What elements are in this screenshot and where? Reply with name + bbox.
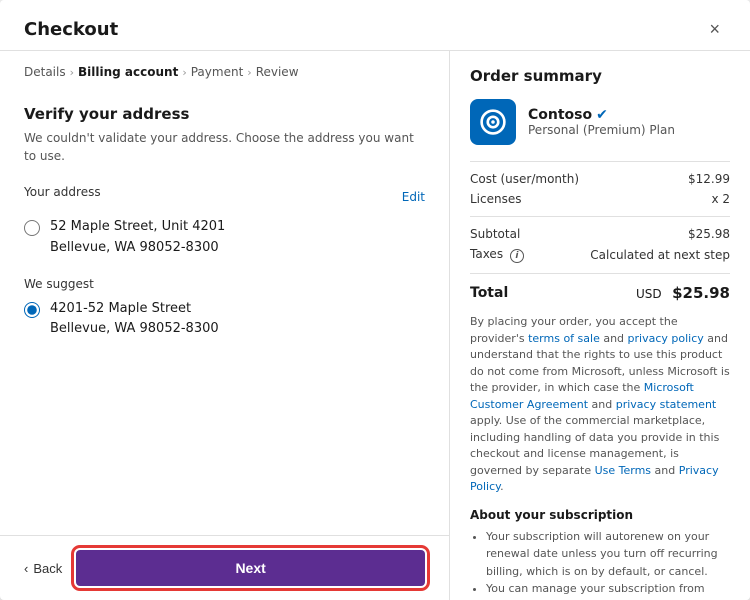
total-amount: $25.98	[672, 284, 730, 302]
cost-value: $12.99	[688, 172, 730, 186]
product-logo-icon	[479, 108, 507, 136]
left-content: Verify your address We couldn't validate…	[0, 89, 449, 535]
subscription-item-2: You can manage your subscription from Ma…	[486, 580, 730, 600]
subtotal-row: Subtotal $25.98	[470, 227, 730, 241]
section-desc: We couldn't validate your address. Choos…	[24, 129, 425, 165]
privacy-statement-link[interactable]: privacy statement	[616, 398, 717, 411]
terms-of-sale-link[interactable]: terms of sale	[528, 332, 600, 345]
breadcrumb-sep-3: ›	[247, 66, 251, 79]
subtotal-label: Subtotal	[470, 227, 520, 241]
section-title: Verify your address	[24, 105, 425, 123]
taxes-label: Taxes	[470, 247, 503, 261]
breadcrumb-sep-1: ›	[70, 66, 74, 79]
product-row: Contoso ✔ Personal (Premium) Plan	[470, 99, 730, 145]
your-address-text: 52 Maple Street, Unit 4201 Bellevue, WA …	[50, 217, 225, 259]
divider-3	[470, 273, 730, 274]
breadcrumb-billing-account[interactable]: Billing account	[78, 65, 178, 79]
modal-title: Checkout	[24, 19, 118, 40]
edit-link[interactable]: Edit	[402, 190, 425, 204]
right-panel: Order summary Contoso ✔ Personal (Premiu…	[450, 51, 750, 600]
modal-body: Details › Billing account › Payment › Re…	[0, 51, 750, 600]
your-address-group: Your address Edit 52 Maple Street, Unit …	[24, 185, 425, 259]
divider-1	[470, 161, 730, 162]
your-address-line2: Bellevue, WA 98052-8300	[50, 238, 225, 259]
suggested-address-option: 4201-52 Maple Street Bellevue, WA 98052-…	[24, 299, 425, 341]
breadcrumb-payment[interactable]: Payment	[191, 65, 244, 79]
subscription-title: About your subscription	[470, 508, 730, 522]
licenses-value: x 2	[711, 192, 730, 206]
privacy-policy-link[interactable]: privacy policy	[628, 332, 704, 345]
total-value: USD $25.98	[636, 284, 730, 302]
close-button[interactable]: ×	[703, 18, 726, 40]
product-name-row: Contoso ✔	[528, 107, 675, 123]
use-terms-link[interactable]: Use Terms	[595, 464, 651, 477]
licenses-row: Licenses x 2	[470, 192, 730, 206]
suggested-address-line1: 4201-52 Maple Street	[50, 299, 219, 320]
back-button[interactable]: ‹ Back	[24, 553, 62, 584]
product-name-text: Contoso	[528, 107, 592, 123]
legal-text: By placing your order, you accept the pr…	[470, 314, 730, 496]
subscription-item-1: Your subscription will autorenew on your…	[486, 528, 730, 581]
total-currency: USD	[636, 287, 662, 301]
next-button[interactable]: Next	[76, 550, 425, 586]
suggested-address-radio[interactable]	[24, 302, 40, 318]
suggest-label: We suggest	[24, 277, 425, 291]
taxes-value: Calculated at next step	[590, 248, 730, 262]
order-summary-title: Order summary	[470, 67, 730, 85]
left-footer: ‹ Back Next	[0, 535, 449, 600]
modal-header: Checkout ×	[0, 0, 750, 51]
left-panel: Details › Billing account › Payment › Re…	[0, 51, 450, 600]
verified-icon: ✔	[596, 107, 608, 123]
your-address-line1: 52 Maple Street, Unit 4201	[50, 217, 225, 238]
cost-row: Cost (user/month) $12.99	[470, 172, 730, 186]
subtotal-value: $25.98	[688, 227, 730, 241]
cost-label: Cost (user/month)	[470, 172, 579, 186]
breadcrumb: Details › Billing account › Payment › Re…	[0, 51, 449, 89]
divider-2	[470, 216, 730, 217]
taxes-row: Taxes i Calculated at next step	[470, 247, 730, 263]
your-address-option: 52 Maple Street, Unit 4201 Bellevue, WA …	[24, 217, 425, 259]
back-arrow-icon: ‹	[24, 561, 28, 576]
suggested-address-text: 4201-52 Maple Street Bellevue, WA 98052-…	[50, 299, 219, 341]
your-address-radio[interactable]	[24, 220, 40, 236]
subscription-list: Your subscription will autorenew on your…	[470, 528, 730, 600]
breadcrumb-review[interactable]: Review	[256, 65, 299, 79]
product-icon	[470, 99, 516, 145]
checkout-modal: Checkout × Details › Billing account › P…	[0, 0, 750, 600]
suggested-address-group: We suggest 4201-52 Maple Street Bellevue…	[24, 277, 425, 341]
product-info: Contoso ✔ Personal (Premium) Plan	[528, 107, 675, 137]
taxes-info-icon[interactable]: i	[510, 249, 524, 263]
licenses-label: Licenses	[470, 192, 522, 206]
your-address-label: Your address	[24, 185, 101, 199]
breadcrumb-details[interactable]: Details	[24, 65, 66, 79]
total-row: Total USD $25.98	[470, 284, 730, 302]
back-label: Back	[33, 561, 62, 576]
product-plan: Personal (Premium) Plan	[528, 123, 675, 137]
taxes-label-group: Taxes i	[470, 247, 524, 263]
your-address-label-row: Your address Edit	[24, 185, 425, 209]
suggested-address-line2: Bellevue, WA 98052-8300	[50, 319, 219, 340]
total-label: Total	[470, 285, 508, 301]
breadcrumb-sep-2: ›	[182, 66, 186, 79]
